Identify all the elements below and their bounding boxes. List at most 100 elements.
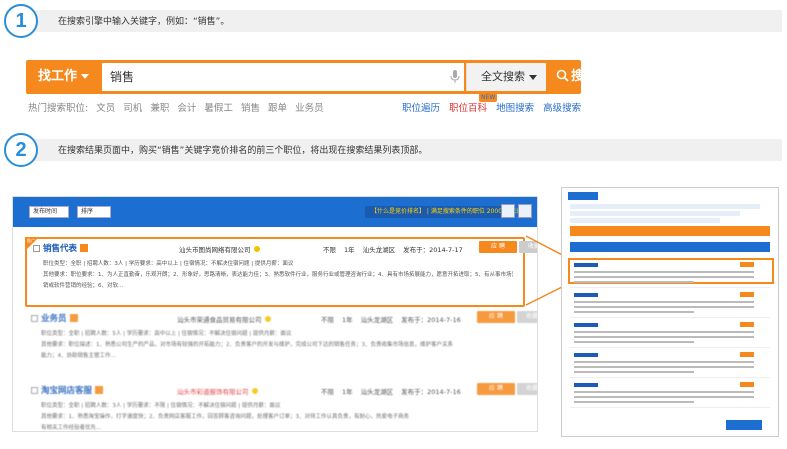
chevron-down-icon (529, 74, 537, 80)
thumbnail-job-row (570, 350, 770, 378)
job-title-text: 业务员 (41, 314, 67, 324)
verified-icon (264, 316, 271, 322)
job-requirements-cont: 能力；4、协助销售主管工作... (41, 353, 116, 359)
job-experience: 1年 (342, 388, 353, 396)
thumbnail-results-toolbar (570, 242, 770, 252)
verified-icon (253, 246, 260, 252)
job-company[interactable]: 汕头市彩道服饰有限公司 (177, 386, 258, 396)
hot-term[interactable]: 暑假工 (204, 103, 233, 114)
promoted-corner-label: 推广 (27, 238, 35, 243)
search-scope-label: 全文搜索 (481, 70, 525, 83)
job-company[interactable]: 汕头市荣通食品贸易有限公司 (177, 314, 271, 324)
favorite-button[interactable]: 收藏 (519, 241, 537, 253)
link-map-search[interactable]: 地图搜索 (496, 103, 534, 114)
new-badge: NEW (479, 93, 498, 102)
favorite-button[interactable]: 收藏 (517, 383, 537, 395)
hot-term[interactable]: 销售 (241, 103, 260, 114)
thumbnail-search-bar (570, 226, 770, 236)
job-row[interactable]: 业务员 汕头市荣通食品贸易有限公司 不限 1年 汕头龙湖区 发布于：2014-7-16… (25, 309, 537, 379)
job-experience: 1年 (342, 316, 353, 324)
link-job-encyclopedia[interactable]: 职位百科 NEW (449, 93, 498, 114)
full-page-thumbnail (561, 187, 779, 437)
search-bar: 找工作 销售 全文搜索 搜索 (26, 60, 597, 94)
hot-term[interactable]: 兼职 (150, 103, 169, 114)
job-area: 汕头龙湖区 (362, 246, 396, 254)
thumbnail-filters (570, 194, 770, 248)
job-requirements: 其他要求：职位要求：1、为人正直勤奋，乐观开朗；2、形象好，思路清晰，表达能力佳… (43, 272, 513, 278)
job-summary: 职位类型：全职 | 招聘人数：5人 | 学历要求：高中以上 | 住宿情况：不解决… (41, 331, 292, 337)
job-summary: 职位类型：全职 | 招聘人数：3人 | 学历要求：不限 | 住宿情况：不解决住宿… (41, 403, 281, 409)
job-title-text: 淘宝网店客服 (41, 386, 93, 396)
promoted-tag-icon (69, 314, 78, 322)
job-title-text: 销售代表 (43, 244, 78, 254)
job-company-text: 汕头市图尚网络有限公司 (179, 246, 251, 254)
thumbnail-job-row (570, 290, 770, 318)
thumbnail-job-row (570, 260, 770, 288)
job-education: 不限 (323, 246, 336, 254)
job-checkbox[interactable] (31, 387, 38, 394)
job-row-highlighted[interactable]: 推广 销售代表 汕头市图尚网络有限公司 不限 1年 汕头龙湖区 发布于：2014-7-… (25, 237, 537, 307)
hot-term[interactable]: 跟单 (268, 103, 287, 114)
search-button[interactable]: 搜索 (548, 60, 608, 94)
apply-button[interactable]: 应 聘 (477, 383, 515, 395)
job-education: 不限 (321, 388, 334, 396)
thumbnail-filter-row (570, 218, 720, 223)
step-1-text: 在搜索引擎中输入关键字，例如：“销售”。 (58, 17, 230, 27)
hot-term[interactable]: 司机 (123, 103, 142, 114)
job-meta: 不限 1年 汕头龙湖区 发布于：2014-7-17 (323, 244, 471, 254)
job-category-label: 找工作 (38, 69, 78, 84)
job-experience: 1年 (344, 246, 355, 254)
search-button-label: 搜索 (571, 69, 598, 84)
thumbnail-job-row (570, 320, 770, 348)
promo-notice[interactable]: 【什么是竞价排名】 | 满足搜索条件的职位 2000 个记录 (365, 206, 522, 218)
job-title[interactable]: 业务员 (41, 312, 78, 324)
job-meta: 不限 1年 汕头龙湖区 发布于：2014-7-16 (321, 386, 469, 396)
step-2-number: 2 (4, 133, 38, 167)
job-row[interactable]: 淘宝网店客服 汕头市彩道服饰有限公司 不限 1年 汕头龙湖区 发布于：2014-7-1… (25, 381, 537, 431)
magnifier-icon (556, 69, 569, 82)
job-company-text: 汕头市彩道服饰有限公司 (177, 388, 249, 396)
job-requirements: 其他要求：1、熟悉淘宝操作，打字速度快；2、负责网店客服工作，回答顾客咨询问题，… (41, 414, 410, 420)
list-view-icon[interactable] (501, 204, 515, 218)
job-checkbox[interactable] (31, 315, 38, 322)
favorite-button[interactable]: 收藏 (517, 311, 537, 323)
step-2-bar: 2 在搜索结果页面中，购买“销售”关键字竞价排名的前三个职位，将出现在搜索结果列… (4, 133, 782, 167)
thumbnail-job-row (570, 380, 770, 408)
job-area: 汕头龙湖区 (360, 388, 394, 396)
apply-button[interactable]: 应 聘 (477, 311, 515, 323)
step-2-text: 在搜索结果页面中，购买“销售”关键字竞价排名的前三个职位，将出现在搜索结果列表顶… (58, 146, 428, 156)
verified-icon (251, 388, 258, 394)
thumbnail-filter-row (570, 211, 740, 216)
search-scope-dropdown[interactable]: 全文搜索 (466, 63, 546, 91)
hot-searches: 热门搜索职位: 文员 司机 兼职 会计 暑假工 销售 跟单 业务员 (28, 100, 329, 114)
job-company[interactable]: 汕头市图尚网络有限公司 (179, 244, 260, 254)
step-1-number: 1 (4, 4, 38, 38)
promoted-tag-icon (95, 386, 104, 394)
job-requirements-cont: 有相关工作经验者优先... (41, 425, 102, 431)
thumbnail-footer-button (726, 420, 762, 430)
job-category-dropdown[interactable]: 找工作 (26, 60, 100, 94)
job-requirements-cont: 销或软件营销的经验；6、对软... (43, 283, 124, 289)
job-checkbox[interactable] (33, 245, 40, 252)
link-job-encyclopedia-label: 职位百科 (449, 103, 488, 114)
grid-view-icon[interactable] (518, 204, 532, 218)
thumbnail-footer (570, 420, 770, 432)
job-title[interactable]: 销售代表 (43, 242, 89, 254)
hot-term[interactable]: 会计 (177, 103, 196, 114)
hot-term[interactable]: 业务员 (295, 103, 324, 114)
job-company-text: 汕头市荣通食品贸易有限公司 (177, 316, 262, 324)
microphone-icon[interactable] (450, 70, 460, 84)
hot-term[interactable]: 文员 (96, 103, 115, 114)
job-title[interactable]: 淘宝网店客服 (41, 384, 104, 396)
thumbnail-filter-row (570, 204, 760, 209)
link-job-traverse[interactable]: 职位遍历 (402, 103, 440, 114)
job-date: 发布于：2014-7-16 (401, 316, 461, 324)
search-input[interactable]: 销售 (102, 63, 464, 91)
filter-time-select[interactable]: 发布时间 (29, 206, 69, 218)
link-advanced-search[interactable]: 高级搜索 (543, 103, 581, 114)
apply-button[interactable]: 应 聘 (479, 241, 517, 253)
sort-select[interactable]: 排序 (77, 206, 111, 218)
hot-searches-label: 热门搜索职位: (28, 103, 89, 114)
promoted-tag-icon (80, 244, 89, 252)
job-date: 发布于：2014-7-16 (401, 388, 461, 396)
